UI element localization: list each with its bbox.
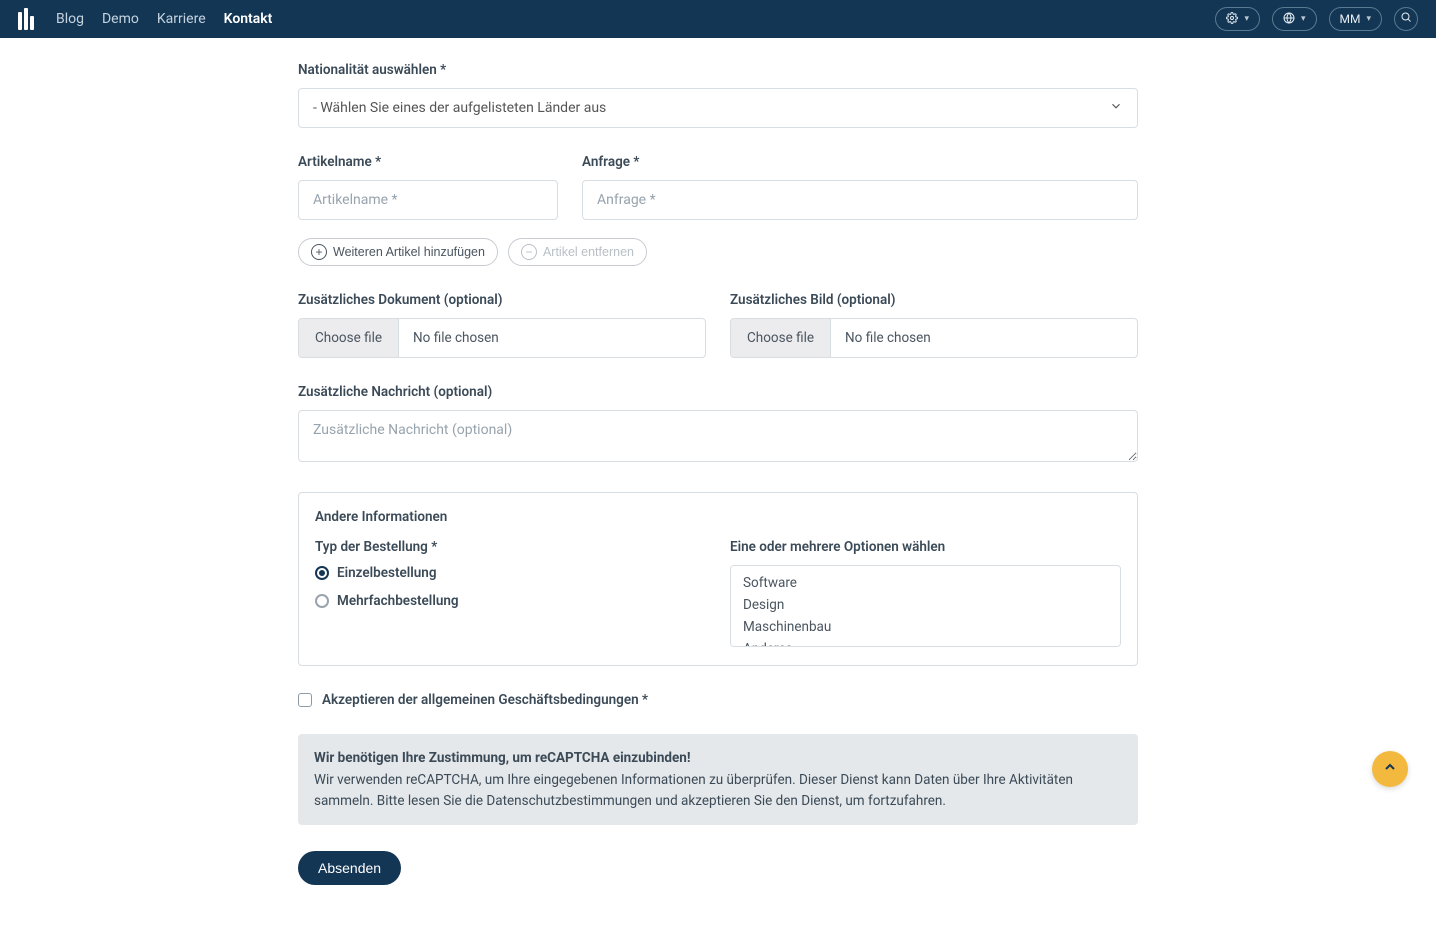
multiselect-column: Eine oder mehrere Optionen wählen Softwa… [730,539,1121,647]
terms-label: Akzeptieren der allgemeinen Geschäftsbed… [322,692,648,708]
other-info-title: Andere Informationen [315,509,1121,525]
form-container: Nationalität auswählen * - Wählen Sie ei… [298,38,1138,951]
article-name-field: Artikelname * [298,154,558,220]
article-buttons-row: + Weiteren Artikel hinzufügen − Artikel … [298,238,1138,266]
scroll-to-top-button[interactable] [1372,751,1408,787]
option-software[interactable]: Software [731,572,1120,594]
gear-icon [1226,12,1238,27]
nav-links: Blog Demo Karriere Kontakt [56,11,272,27]
submit-row: Absenden [298,851,1138,885]
theme-switcher[interactable]: ▾ [1215,7,1260,31]
img-upload-input[interactable]: Choose file No file chosen [730,318,1138,358]
submit-button[interactable]: Absenden [298,851,401,885]
nationality-label: Nationalität auswählen * [298,62,1138,78]
nav-link-karriere[interactable]: Karriere [157,11,206,27]
upload-row: Zusätzliches Dokument (optional) Choose … [298,292,1138,358]
option-design[interactable]: Design [731,594,1120,616]
chevron-down-icon [1109,99,1123,117]
terms-row[interactable]: Akzeptieren der allgemeinen Geschäftsbed… [298,692,1138,708]
radio-single-order-row[interactable]: Einzelbestellung [315,565,706,581]
nationality-row: Nationalität auswählen * - Wählen Sie ei… [298,62,1138,128]
chevron-down-icon: ▾ [1244,14,1249,24]
nationality-selected-text: - Wählen Sie eines der aufgelisteten Län… [313,100,606,116]
remove-article-label: Artikel entfernen [543,245,634,259]
plus-icon: + [311,244,327,260]
search-button[interactable] [1394,7,1418,31]
top-navigation: Blog Demo Karriere Kontakt ▾ ▾ MM ▾ [0,0,1436,38]
doc-choose-file-button: Choose file [299,319,399,357]
remove-article-button[interactable]: − Artikel entfernen [508,238,647,266]
brand-logo[interactable] [18,8,34,30]
nav-link-kontakt[interactable]: Kontakt [224,11,273,27]
img-upload-label: Zusätzliches Bild (optional) [730,292,1138,308]
order-type-label: Typ der Bestellung * [315,539,706,555]
recaptcha-consent-alert: Wir benötigen Ihre Zustimmung, um reCAPT… [298,734,1138,825]
article-name-label: Artikelname * [298,154,558,170]
nav-link-demo[interactable]: Demo [102,11,139,27]
doc-upload-field: Zusätzliches Dokument (optional) Choose … [298,292,706,358]
terms-checkbox[interactable] [298,693,312,707]
radio-single-order [315,566,329,580]
radio-single-order-label: Einzelbestellung [337,565,437,581]
other-info-panel: Andere Informationen Typ der Bestellung … [298,492,1138,666]
nationality-select[interactable]: - Wählen Sie eines der aufgelisteten Län… [298,88,1138,128]
article-name-input[interactable] [298,180,558,220]
article-row: Artikelname * Anfrage * [298,154,1138,220]
add-article-label: Weiteren Artikel hinzufügen [333,245,485,259]
multiselect-label: Eine oder mehrere Optionen wählen [730,539,1121,555]
doc-upload-label: Zusätzliches Dokument (optional) [298,292,706,308]
user-menu[interactable]: MM ▾ [1329,7,1382,31]
img-file-text: No file chosen [831,319,945,357]
radio-multiple-order-row[interactable]: Mehrfachbestellung [315,593,706,609]
options-multiselect[interactable]: Software Design Maschinenbau Anderes [730,565,1121,647]
minus-icon: − [521,244,537,260]
user-initials: MM [1340,12,1361,26]
chevron-up-icon [1382,759,1398,779]
doc-upload-input[interactable]: Choose file No file chosen [298,318,706,358]
alert-title: Wir benötigen Ihre Zustimmung, um reCAPT… [314,748,1122,768]
alert-body: Wir verwenden reCAPTCHA, um Ihre eingege… [314,770,1122,811]
radio-multiple-order-label: Mehrfachbestellung [337,593,459,609]
other-info-grid: Typ der Bestellung * Einzelbestellung Me… [315,539,1121,647]
option-maschinenbau[interactable]: Maschinenbau [731,616,1120,638]
message-row: Zusätzliche Nachricht (optional) [298,384,1138,466]
top-nav-left: Blog Demo Karriere Kontakt [18,8,272,30]
option-anderes[interactable]: Anderes [731,638,1120,647]
nav-link-blog[interactable]: Blog [56,11,84,27]
order-type-column: Typ der Bestellung * Einzelbestellung Me… [315,539,706,647]
chevron-down-icon: ▾ [1301,14,1306,24]
message-textarea[interactable] [298,410,1138,462]
language-switcher[interactable]: ▾ [1272,7,1317,31]
chevron-down-icon: ▾ [1366,14,1371,24]
anfrage-input[interactable] [582,180,1138,220]
add-article-button[interactable]: + Weiteren Artikel hinzufügen [298,238,498,266]
globe-icon [1283,12,1295,27]
top-nav-right: ▾ ▾ MM ▾ [1215,7,1418,31]
img-upload-field: Zusätzliches Bild (optional) Choose file… [730,292,1138,358]
img-choose-file-button: Choose file [731,319,831,357]
message-label: Zusätzliche Nachricht (optional) [298,384,1138,400]
radio-multiple-order [315,594,329,608]
anfrage-label: Anfrage * [582,154,1138,170]
anfrage-field: Anfrage * [582,154,1138,220]
doc-file-text: No file chosen [399,319,513,357]
search-icon [1400,11,1412,27]
